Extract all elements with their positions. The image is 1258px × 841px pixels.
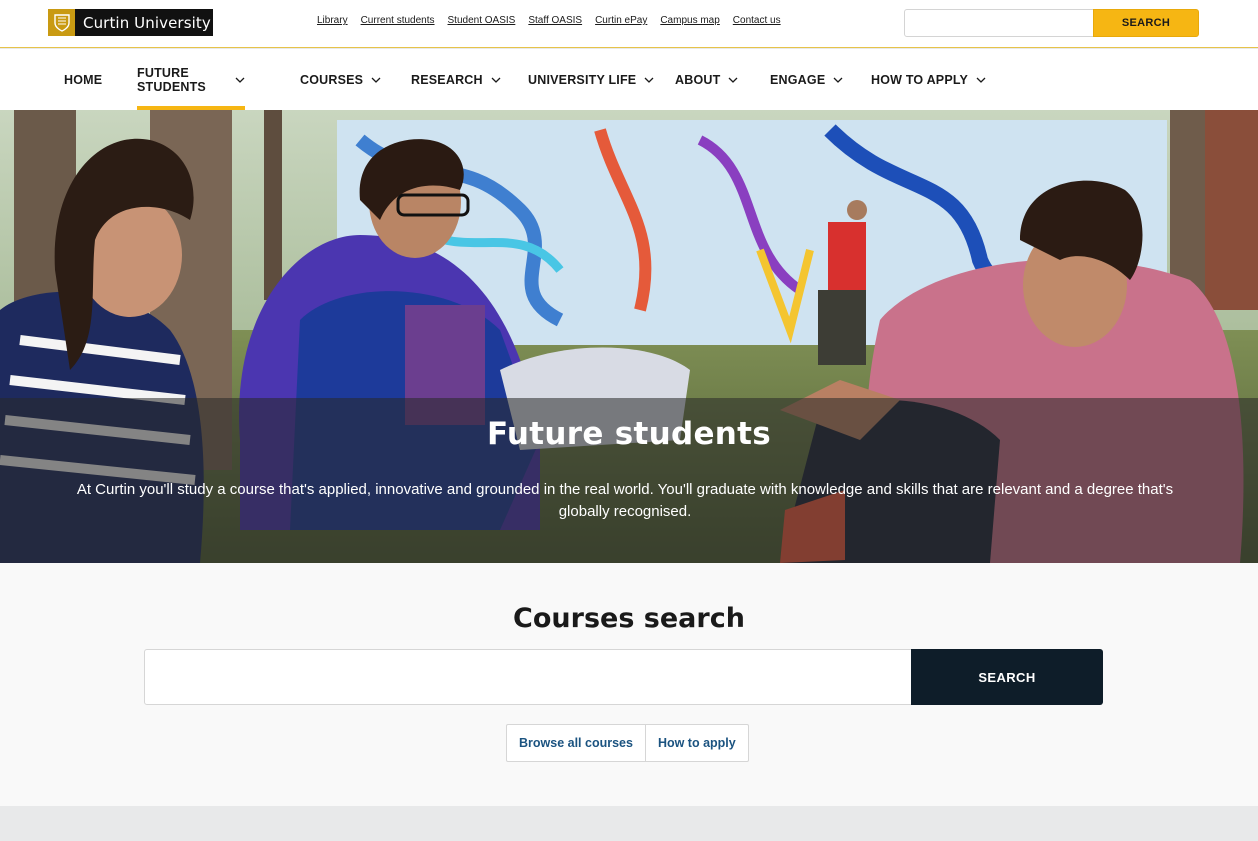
utility-link-curtin-epay[interactable]: Curtin ePay bbox=[595, 15, 647, 26]
shield-icon bbox=[48, 9, 76, 36]
nav-item-engage[interactable]: ENGAGE bbox=[770, 49, 843, 110]
courses-search-input[interactable] bbox=[144, 649, 912, 705]
nav-item-university-life[interactable]: UNIVERSITY LIFE bbox=[528, 49, 654, 110]
nav-item-future-students[interactable]: FUTURE STUDENTS bbox=[137, 49, 245, 110]
top-utility-bar: Curtin University Library Current studen… bbox=[0, 0, 1258, 48]
browse-all-courses-button[interactable]: Browse all courses bbox=[507, 725, 645, 761]
nav-item-label: HOME bbox=[64, 72, 103, 87]
nav-item-label: RESEARCH bbox=[411, 72, 483, 87]
utility-link-contact-us[interactable]: Contact us bbox=[733, 15, 781, 26]
curtin-logo[interactable]: Curtin University bbox=[48, 9, 213, 36]
utility-link-library[interactable]: Library bbox=[317, 15, 348, 26]
chevron-down-icon bbox=[491, 77, 501, 83]
brand-name: Curtin University bbox=[83, 13, 211, 32]
chevron-down-icon bbox=[235, 77, 245, 83]
hero-intro-text: At Curtin you'll study a course that's a… bbox=[76, 481, 1174, 520]
chevron-down-icon bbox=[371, 77, 381, 83]
courses-search-section: Courses search SEARCH Browse all courses… bbox=[0, 563, 1258, 806]
utility-link-current-students[interactable]: Current students bbox=[361, 15, 435, 26]
courses-search-button[interactable]: SEARCH bbox=[911, 649, 1103, 705]
nav-item-how-to-apply[interactable]: HOW TO APPLY bbox=[871, 49, 986, 110]
nav-item-about[interactable]: ABOUT bbox=[675, 49, 738, 110]
nav-item-label: HOW TO APPLY bbox=[871, 72, 969, 87]
nav-item-research[interactable]: RESEARCH bbox=[411, 49, 501, 110]
nav-item-courses[interactable]: COURSES bbox=[300, 49, 381, 110]
chevron-down-icon bbox=[728, 77, 738, 83]
site-search-input[interactable] bbox=[904, 9, 1094, 37]
courses-link-group: Browse all courses How to apply bbox=[506, 724, 749, 762]
nav-item-label: COURSES bbox=[300, 72, 364, 87]
nav-item-label: FUTURE STUDENTS bbox=[137, 65, 206, 94]
main-navigation: HOME FUTURE STUDENTS COURSES RESEARCH UN… bbox=[0, 49, 1258, 110]
site-search-button[interactable]: SEARCH bbox=[1093, 9, 1199, 37]
utility-link-campus-map[interactable]: Campus map bbox=[660, 15, 719, 26]
nav-item-label: ENGAGE bbox=[770, 72, 826, 87]
chevron-down-icon bbox=[976, 77, 986, 83]
utility-link-staff-oasis[interactable]: Staff OASIS bbox=[528, 15, 582, 26]
nav-item-label: ABOUT bbox=[675, 72, 721, 87]
nav-item-label: UNIVERSITY LIFE bbox=[528, 72, 637, 87]
utility-link-student-oasis[interactable]: Student OASIS bbox=[448, 15, 516, 26]
courses-search-title: Courses search bbox=[513, 603, 745, 634]
how-to-apply-button[interactable]: How to apply bbox=[644, 725, 748, 761]
nav-item-home[interactable]: HOME bbox=[64, 49, 102, 110]
footer-strip bbox=[0, 806, 1258, 841]
chevron-down-icon bbox=[644, 77, 654, 83]
chevron-down-icon bbox=[833, 77, 843, 83]
utility-links: Library Current students Student OASIS S… bbox=[317, 15, 781, 26]
page-title: Future students bbox=[486, 416, 772, 452]
hero-banner: Future students At Curtin you'll study a… bbox=[0, 110, 1258, 563]
